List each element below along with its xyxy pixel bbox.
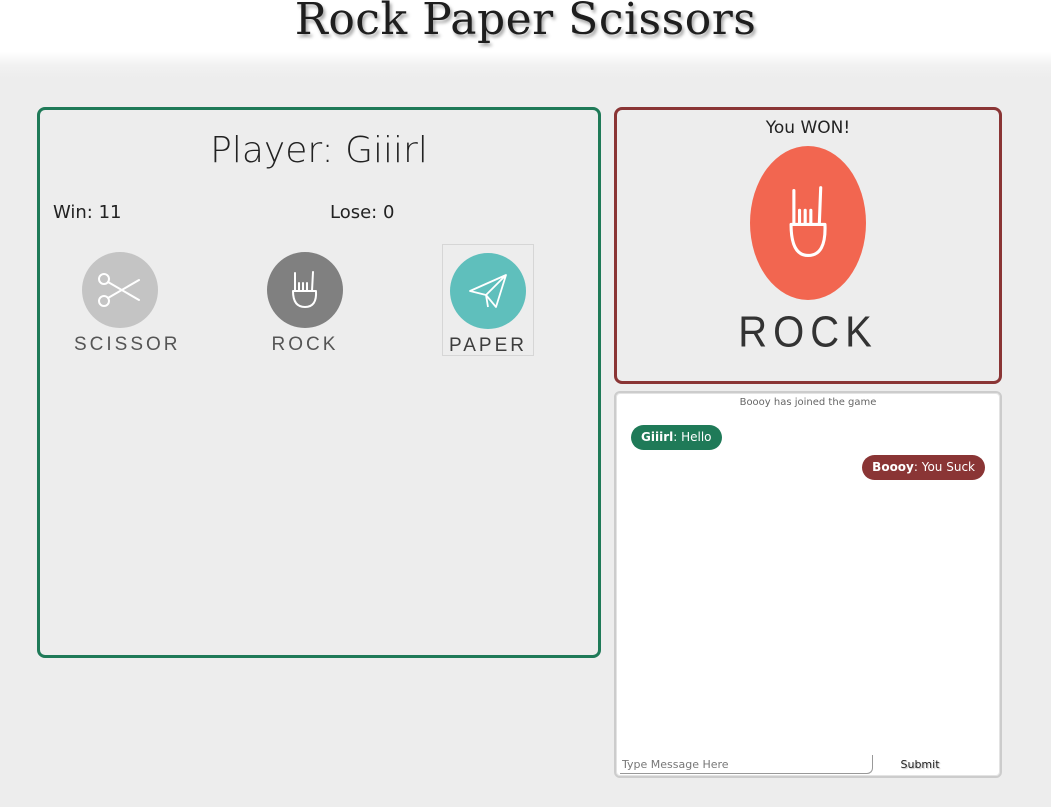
paper-plane-icon [450,253,526,329]
paper-choice-button[interactable]: PAPER [442,244,534,356]
result-text: You WON! [765,118,851,138]
message-author: Giiirl [641,430,674,444]
player-name: Player: Giiirl [210,130,428,171]
message-input[interactable] [620,755,873,774]
scissor-label: SCISSOR [74,334,181,355]
join-notice: Boooy has joined the game [739,397,877,408]
result-panel: You WON! ROCK [614,107,1002,384]
message-author: Boooy [872,460,914,474]
lose-count: Lose: 0 [330,202,395,223]
chat-panel: Boooy has joined the game Giiirl: Hello … [614,391,1002,778]
page-title: Rock Paper Scissors [294,0,757,45]
win-count: Win: 11 [53,202,122,223]
scissors-icon [82,252,158,328]
message-text: : Hello [673,430,712,444]
chat-message: Giiirl: Hello [631,425,722,450]
player-panel: Player: Giiirl Win: 11 Lose: 0 SCISSOR R… [37,107,601,658]
rock-hand-icon [267,252,343,328]
header: Rock Paper Scissors [0,0,1051,78]
rock-hand-icon [750,146,866,300]
submit-button[interactable]: Submit [898,755,942,773]
rock-label: ROCK [271,334,339,355]
result-choice-label: ROCK [738,307,878,357]
paper-label: PAPER [448,335,527,356]
chat-message: Boooy: You Suck [862,455,985,480]
rock-choice-button[interactable]: ROCK [259,248,351,360]
scissor-choice-button[interactable]: SCISSOR [74,248,181,360]
message-text: : You Suck [913,460,975,474]
